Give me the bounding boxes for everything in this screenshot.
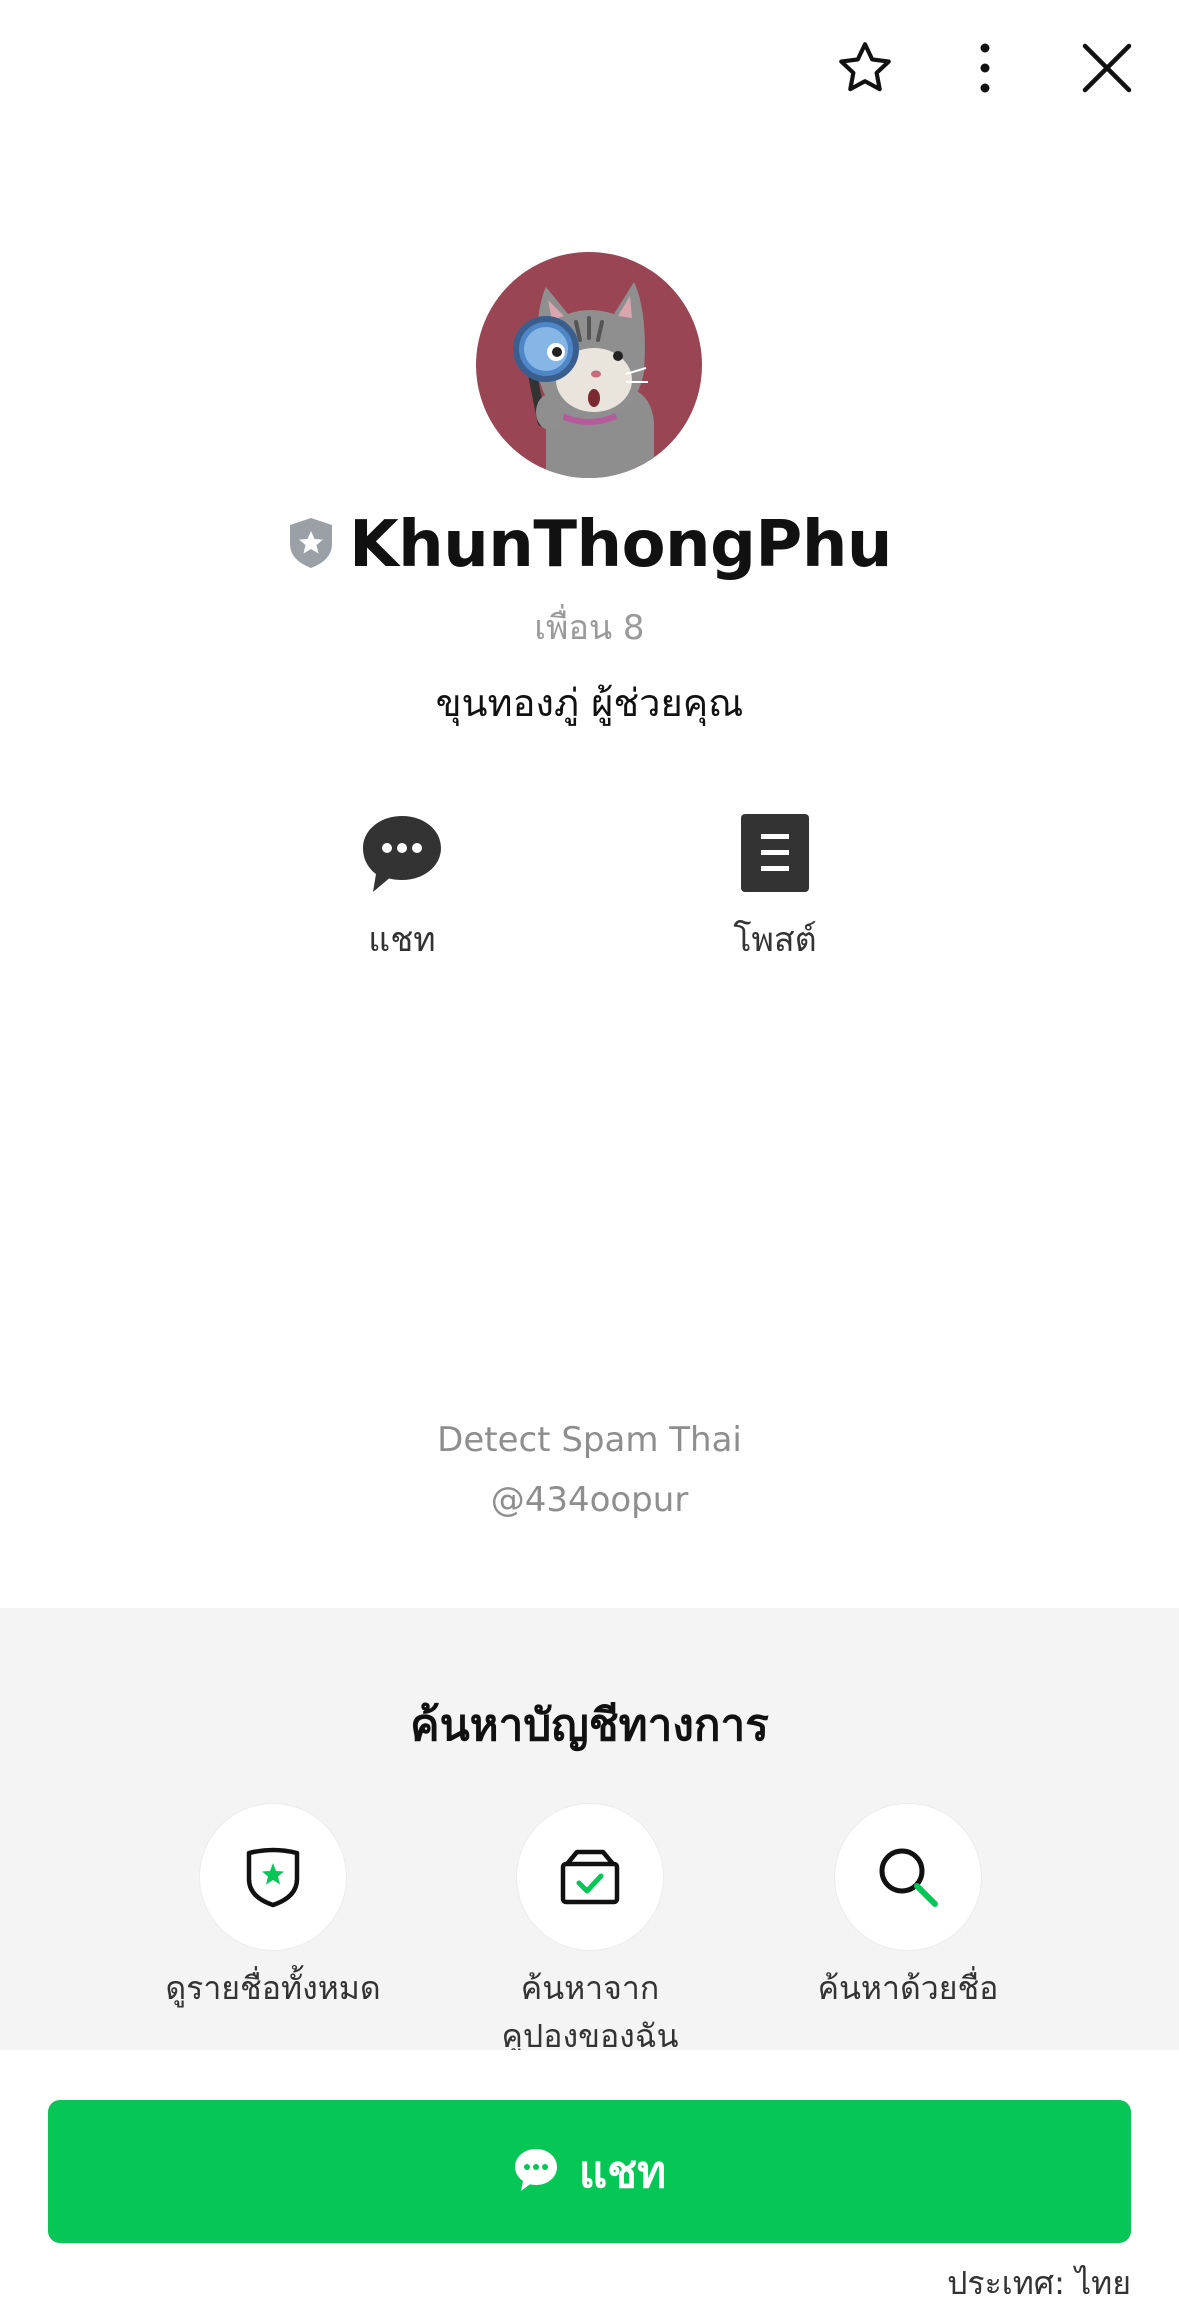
section-title: ค้นหาบัญชีทางการ: [410, 1700, 769, 1751]
document-icon: [739, 814, 811, 898]
view-all-label: ดูรายชื่อทั้งหมด: [165, 1969, 381, 2007]
account-id: @434oopur: [490, 1480, 689, 1520]
favorite-star-icon[interactable]: [830, 33, 900, 103]
chat-action-label: แชท: [368, 920, 436, 960]
view-all-button[interactable]: ดูรายชื่อทั้งหมด: [113, 1804, 433, 2012]
chat-bubble-icon: [361, 816, 443, 898]
post-action[interactable]: โพสต์: [665, 812, 885, 966]
official-badge-icon: [287, 516, 335, 574]
chat-action[interactable]: แชท: [292, 812, 512, 966]
search-by-coupon-button[interactable]: ค้นหาจาก คูปองของฉัน: [430, 1804, 750, 2050]
close-icon[interactable]: [1072, 33, 1142, 103]
profile-avatar[interactable]: [476, 252, 702, 478]
friend-count[interactable]: เพื่อน 8: [0, 600, 1179, 654]
coupon-box-icon: [517, 1804, 663, 1950]
chat-button-label: แชท: [578, 2146, 667, 2198]
country-label: ประเทศ: ไทย: [947, 2264, 1131, 2302]
search-by-coupon-label: ค้นหาจาก คูปองของฉัน: [501, 1969, 679, 2050]
shield-star-icon: [200, 1804, 346, 1950]
status-message: ขุนทองภู่ ผู้ช่วยคุณ: [435, 681, 744, 725]
search-by-name-button[interactable]: ค้นหาด้วยชื่อ: [748, 1804, 1068, 2012]
search-icon: [835, 1804, 981, 1950]
chat-bubble-icon: [513, 2147, 559, 2197]
more-options-icon[interactable]: [950, 33, 1020, 103]
account-display-name: Detect Spam Thai: [437, 1420, 742, 1460]
profile-name: KhunThongPhu: [349, 508, 892, 582]
official-account-search-section: ค้นหาบัญชีทางการ ดูรายชื่อทั้งหมด ค้นหาจ…: [0, 1608, 1179, 2050]
search-by-name-label: ค้นหาด้วยชื่อ: [817, 1969, 999, 2007]
chat-button[interactable]: แชท: [48, 2100, 1131, 2243]
post-action-label: โพสต์: [733, 920, 817, 960]
profile-name-row: KhunThongPhu: [0, 505, 1179, 585]
